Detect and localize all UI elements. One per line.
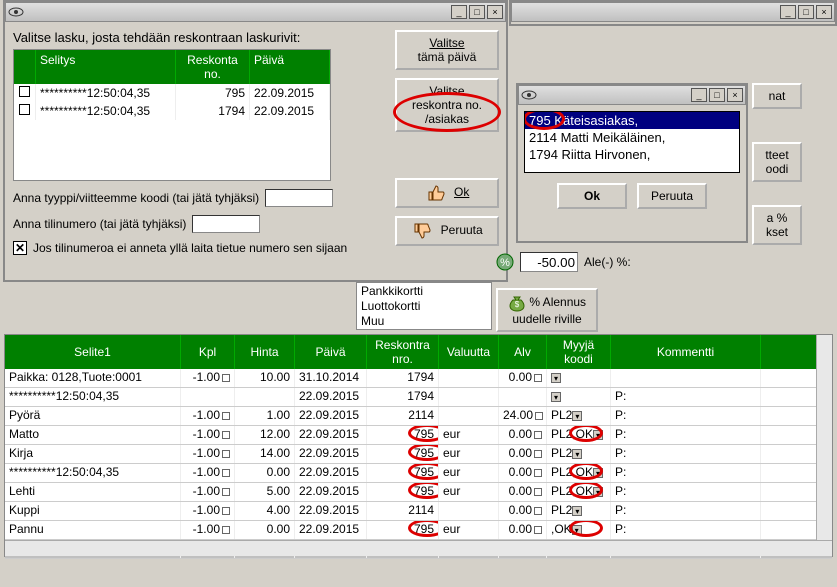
col-header-alv[interactable]: Alv	[499, 335, 547, 369]
list-item[interactable]: Muu	[361, 314, 487, 329]
payment-mode-list[interactable]: PankkikorttiLuottokorttiMuu	[356, 282, 492, 330]
customer-picker-dialog: _ □ × 795 Käteisasiakas,2114 Matti Meikä…	[516, 83, 748, 243]
partial-button-nat[interactable]: nat	[752, 83, 802, 109]
select-today-button[interactable]: Valitsetämä päivä	[395, 30, 499, 70]
line-items-table: Selite1 Kpl Hinta Päivä Reskontra nro. V…	[4, 334, 833, 557]
chevron-down-icon[interactable]	[593, 430, 603, 440]
eye-icon	[8, 5, 24, 19]
discount-input[interactable]	[520, 252, 578, 272]
thumbs-up-icon	[425, 184, 447, 202]
main-window-titlebar: _ □ ×	[509, 0, 837, 26]
close-icon[interactable]: ×	[816, 5, 832, 19]
minimize-icon[interactable]: _	[691, 88, 707, 102]
discount-row: % Ale(-) %:	[496, 252, 631, 272]
chevron-down-icon[interactable]	[572, 449, 582, 459]
chevron-down-icon[interactable]	[551, 373, 561, 383]
table-row[interactable]: **********12:50:04,3579522.09.2015	[14, 84, 330, 102]
invoice-table: Selitys Reskonta no. Päivä **********12:…	[13, 49, 331, 181]
col-header-selitys: Selitys	[36, 50, 176, 84]
ok-button[interactable]: Ok	[557, 183, 627, 209]
label-checkbox: Jos tilinumeroa ei anneta yllä laita tie…	[33, 241, 347, 255]
dialog-titlebar: _ □ ×	[5, 2, 506, 22]
col-header-reskontra[interactable]: Reskontra nro.	[367, 335, 439, 369]
col-header-hinta[interactable]: Hinta	[235, 335, 295, 369]
close-icon[interactable]: ×	[727, 88, 743, 102]
col-header-valuutta[interactable]: Valuutta	[439, 335, 499, 369]
thumbs-down-icon	[411, 222, 433, 240]
money-bag-icon: $	[508, 294, 526, 312]
list-item[interactable]: 2114 Matti Meikäläinen,	[525, 129, 739, 146]
table-row[interactable]: Kuppi-1.004.0022.09.201521140.00PL2P:	[5, 502, 832, 521]
table-row[interactable]: **********12:50:04,3522.09.20151794P:	[5, 388, 832, 407]
maximize-icon[interactable]: □	[798, 5, 814, 19]
partial-button-tteet[interactable]: tteetoodi	[752, 142, 802, 182]
col-header-selite1[interactable]: Selite1	[5, 335, 181, 369]
table-row[interactable]: Pyörä-1.001.0022.09.2015211424.00PL2P:	[5, 407, 832, 426]
col-header-kpl[interactable]: Kpl	[181, 335, 235, 369]
table-row[interactable]: Lehti-1.005.0022.09.2015795eur0.00PL2,OK…	[5, 483, 832, 502]
list-item[interactable]: Luottokortti	[361, 299, 487, 314]
col-header-paiva: Päivä	[250, 50, 330, 84]
maximize-icon[interactable]: □	[469, 5, 485, 19]
vertical-scrollbar[interactable]	[816, 335, 832, 556]
partial-button-apros[interactable]: a %kset	[752, 205, 802, 245]
list-item[interactable]: 795 Käteisasiakas,	[525, 112, 739, 129]
col-header-paiva[interactable]: Päivä	[295, 335, 367, 369]
close-icon[interactable]: ×	[487, 5, 503, 19]
table-row[interactable]: **********12:50:04,35-1.000.0022.09.2015…	[5, 464, 832, 483]
percent-icon: %	[496, 253, 514, 271]
chevron-down-icon[interactable]	[551, 392, 561, 402]
chevron-down-icon[interactable]	[593, 487, 603, 497]
discount-label: Ale(-) %:	[584, 255, 631, 269]
chevron-down-icon[interactable]	[593, 468, 603, 478]
label-tyyppi: Anna tyyppi/viitteemme koodi (tai jätä t…	[13, 191, 259, 205]
minimize-icon[interactable]: _	[451, 5, 467, 19]
table-row[interactable]: Pannu-1.000.0022.09.2015795eur0.00,OKP:	[5, 521, 832, 540]
chevron-down-icon[interactable]	[572, 506, 582, 516]
svg-text:%: %	[500, 257, 510, 269]
horizontal-scrollbar[interactable]	[5, 540, 832, 556]
col-header-kommentti[interactable]: Kommentti	[611, 335, 761, 369]
dialog-titlebar: _ □ ×	[518, 85, 746, 105]
ok-button[interactable]: Ok	[395, 178, 499, 208]
label-tili: Anna tilinumero (tai jätä tyhjäksi)	[13, 217, 186, 231]
customer-listbox[interactable]: 795 Käteisasiakas,2114 Matti Meikäläinen…	[524, 111, 740, 173]
discount-new-row-button[interactable]: $ % Alennusuudelle riville	[496, 288, 598, 332]
svg-text:$: $	[515, 300, 520, 309]
table-row[interactable]: Kirja-1.0014.0022.09.2015795eur0.00PL2P:	[5, 445, 832, 464]
row-checkbox[interactable]	[19, 86, 30, 97]
maximize-icon[interactable]: □	[709, 88, 725, 102]
tyyppi-input[interactable]	[265, 189, 333, 207]
table-row[interactable]: **********12:50:04,35179422.09.2015	[14, 102, 330, 120]
select-invoice-dialog: _ □ × Valitse lasku, josta tehdään resko…	[3, 0, 508, 282]
list-item[interactable]: Pankkikortti	[361, 284, 487, 299]
select-reskontra-button[interactable]: Valitse reskontra no. /asiakas	[395, 78, 499, 132]
col-header-myyja[interactable]: Myyjä koodi	[547, 335, 611, 369]
eye-icon	[521, 88, 537, 102]
cancel-button[interactable]: Peruuta	[395, 216, 499, 246]
row-checkbox[interactable]	[19, 104, 30, 115]
checkbox-tietue[interactable]: ✕	[13, 241, 27, 255]
table-row[interactable]: Paikka: 0128,Tuote:0001-1.0010.0031.10.2…	[5, 369, 832, 388]
tili-input[interactable]	[192, 215, 260, 233]
list-item[interactable]: 1794 Riitta Hirvonen,	[525, 146, 739, 163]
cancel-button[interactable]: Peruuta	[637, 183, 707, 209]
col-header-reskonta: Reskonta no.	[176, 50, 250, 84]
chevron-down-icon[interactable]	[572, 525, 582, 535]
table-row[interactable]: Matto-1.0012.0022.09.2015795eur0.00PL2,O…	[5, 426, 832, 445]
minimize-icon[interactable]: _	[780, 5, 796, 19]
chevron-down-icon[interactable]	[572, 411, 582, 421]
